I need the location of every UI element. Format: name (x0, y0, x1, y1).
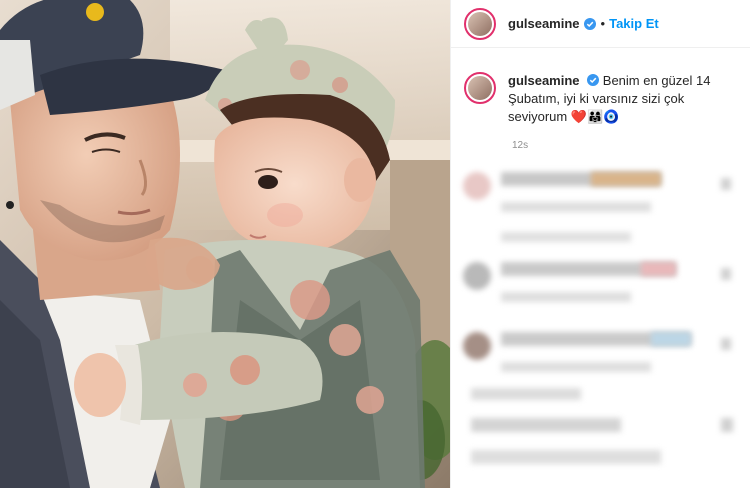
blurred-like-icon (721, 338, 731, 350)
blurred-comment-line (641, 262, 676, 276)
blurred-comment-line (501, 292, 631, 302)
blurred-comment-line (471, 388, 581, 400)
blurred-comments (451, 160, 750, 488)
blurred-comment-line (501, 202, 651, 212)
blurred-avatar (463, 332, 491, 360)
blurred-like-icon (721, 178, 731, 190)
blurred-like-icon (721, 418, 733, 432)
blurred-comment-line (501, 362, 651, 372)
post-header: gulseamine • Takip Et (451, 0, 750, 48)
caption-avatar[interactable] (464, 72, 496, 104)
separator-dot: • (600, 16, 606, 31)
caption-username[interactable]: gulseamine (508, 73, 580, 88)
blurred-avatar (463, 262, 491, 290)
photo-illustration (0, 0, 450, 488)
post-photo[interactable] (0, 0, 450, 488)
blurred-comment-line (651, 332, 691, 346)
verified-badge-icon (587, 74, 600, 86)
blurred-comment-line (591, 172, 661, 186)
blurred-comment-line (501, 232, 631, 242)
post-time: 12s (512, 140, 529, 151)
follow-button[interactable]: Takip Et (609, 16, 659, 31)
avatar[interactable] (464, 7, 496, 40)
blurred-avatar (463, 172, 491, 200)
caption-emojis: ❤️👨‍👩‍👧🧿 (570, 109, 620, 124)
caption: gulseamine Benim en güzel 14 Şubatım, iy… (464, 72, 739, 126)
post-username[interactable]: gulseamine (508, 16, 580, 31)
blurred-like-icon (721, 268, 731, 280)
blurred-comment-line (471, 450, 661, 464)
post-panel: gulseamine • Takip Et gulseamine Benim e… (450, 0, 750, 488)
blurred-comment-line (471, 418, 621, 432)
verified-badge-icon (583, 17, 596, 30)
caption-text: gulseamine Benim en güzel 14 Şubatım, iy… (508, 72, 738, 126)
